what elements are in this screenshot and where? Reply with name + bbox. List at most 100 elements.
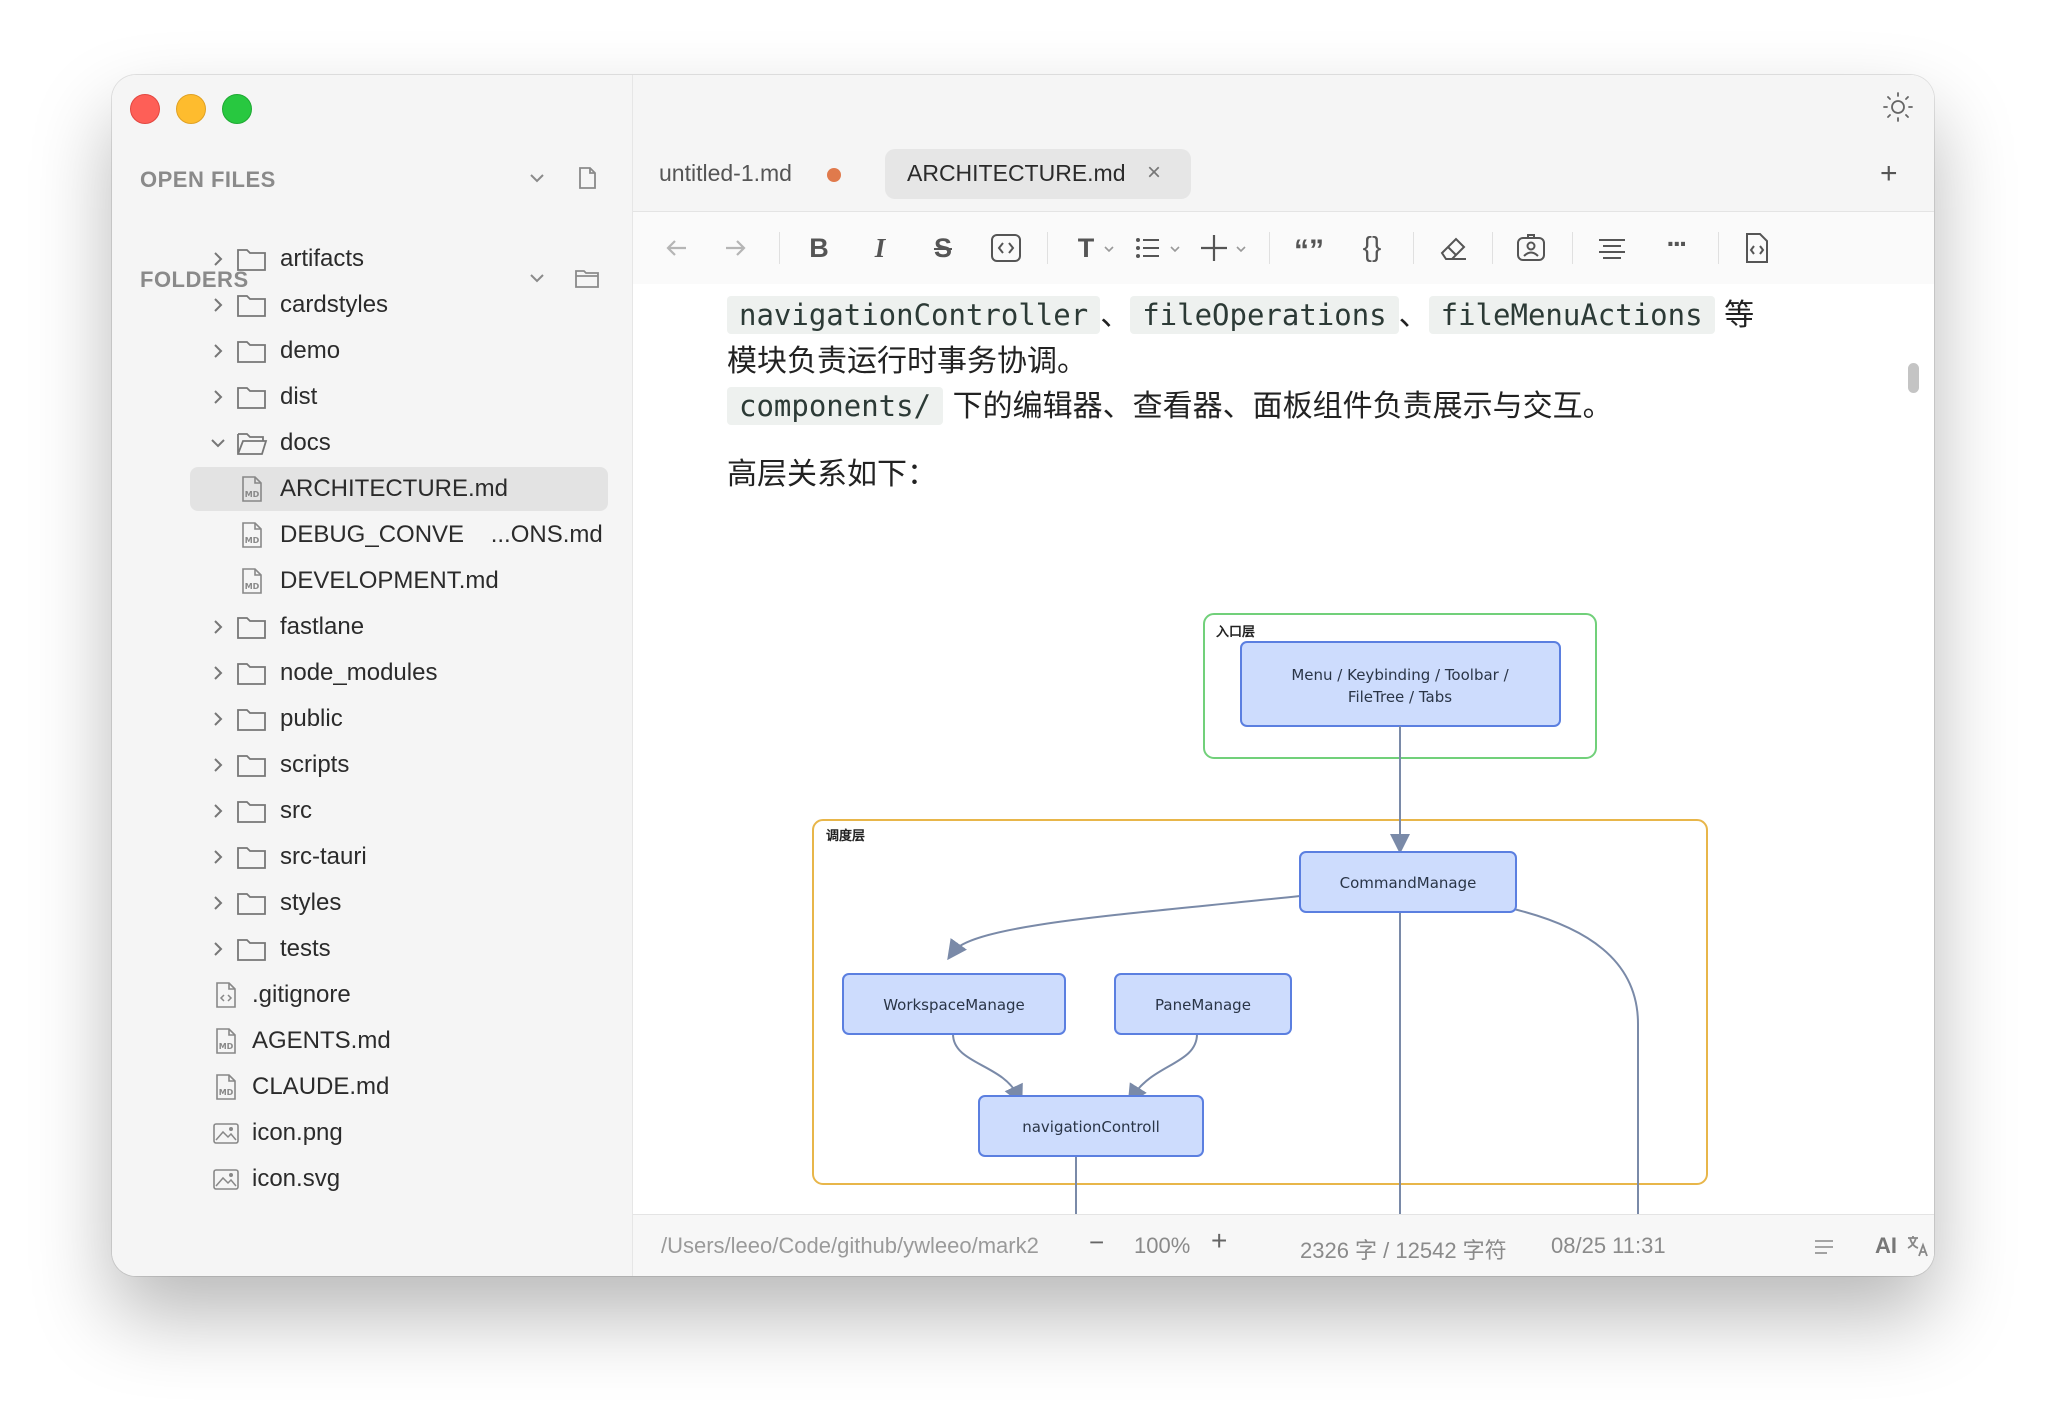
tree-item-label: public [280, 705, 343, 732]
zoom-out-button[interactable]: − [1089, 1227, 1104, 1258]
chevron-down-icon[interactable] [1169, 244, 1181, 254]
outline-icon[interactable] [1813, 1237, 1835, 1257]
edge-workspace-nav [952, 1033, 1023, 1106]
ai-button[interactable]: AI [1875, 1233, 1897, 1259]
tree-item[interactable]: MD CLAUDE.md [190, 1065, 608, 1109]
edge-pane-nav [1127, 1033, 1198, 1105]
tree-item[interactable]: public [190, 697, 608, 741]
modified-dot [827, 168, 841, 182]
chevron-right-icon[interactable] [208, 387, 228, 407]
chevron-right-icon[interactable] [208, 893, 228, 913]
markdown-file-icon: MD [216, 1074, 236, 1100]
entry-node-line1: Menu / Keybinding / Toolbar / [1291, 666, 1509, 684]
theme-toggle-icon[interactable] [1882, 91, 1914, 123]
insert-icon[interactable] [1195, 229, 1233, 267]
close-tab-icon[interactable]: × [1147, 159, 1161, 187]
tree-item[interactable]: icon.svg [190, 1157, 608, 1201]
source-code-icon[interactable] [1737, 229, 1775, 267]
navigation-controller-label: navigationControll [1022, 1118, 1160, 1136]
image-icon[interactable] [1512, 229, 1550, 267]
new-file-icon[interactable] [574, 165, 600, 191]
tab-architecture[interactable]: ARCHITECTURE.md × [885, 149, 1191, 199]
italic-icon[interactable]: I [861, 229, 899, 267]
zoom-in-button[interactable]: + [1211, 1225, 1227, 1257]
code-file-icon [216, 982, 236, 1008]
tree-item-label: DEBUG_CONVE ...ONS.md [280, 521, 603, 548]
tree-item-label: src [280, 797, 312, 824]
entry-node[interactable] [1240, 641, 1561, 727]
workspace-manager-label: WorkspaceManage [883, 996, 1025, 1014]
tree-item[interactable]: styles [190, 881, 608, 925]
tree-item[interactable]: node_modules [190, 651, 608, 695]
image-file-icon [213, 1169, 239, 1190]
more-icon[interactable]: ··· [1657, 229, 1695, 267]
edge-command-workspace [947, 895, 1301, 961]
chevron-down-icon[interactable] [208, 433, 228, 453]
chevron-right-icon[interactable] [208, 249, 228, 269]
tab-untitled[interactable]: untitled-1.md [637, 149, 857, 199]
tree-item[interactable]: scripts [190, 743, 608, 787]
inline-code-icon[interactable] [987, 229, 1025, 267]
quote-icon[interactable]: “” [1290, 229, 1328, 267]
tree-item-label: icon.svg [252, 1165, 341, 1192]
tree-item[interactable]: MD DEVELOPMENT.md [190, 559, 608, 603]
chevron-down-icon[interactable] [1235, 244, 1247, 254]
document-view[interactable]: navigationController、 fileOperations、 file… [633, 284, 1934, 1214]
tree-item[interactable]: MD AGENTS.md [190, 1019, 608, 1063]
list-icon[interactable] [1129, 229, 1167, 267]
pane-manager-label: PaneManage [1155, 996, 1251, 1014]
chevron-right-icon[interactable] [208, 709, 228, 729]
dispatch-layer-label: 调度层 [826, 828, 865, 844]
zoom-window-button[interactable] [222, 94, 252, 124]
entry-node-line2: FileTree / Tabs [1348, 688, 1452, 706]
eraser-icon[interactable] [1434, 229, 1472, 267]
chevron-right-icon[interactable] [208, 801, 228, 821]
markdown-file-icon: MD [242, 568, 262, 594]
svg-text:MD: MD [245, 536, 260, 545]
tree-item[interactable]: tests [190, 927, 608, 971]
new-tab-button[interactable]: + [1880, 157, 1898, 191]
edge-command-right [1490, 903, 1639, 1214]
tree-item[interactable]: .gitignore [190, 973, 608, 1017]
tree-item[interactable]: MD DEBUG_CONVE ...ONS.md [190, 513, 608, 557]
strikethrough-icon[interactable]: S [924, 229, 962, 267]
close-window-button[interactable] [130, 94, 160, 124]
tree-item[interactable]: icon.png [190, 1111, 608, 1155]
chevron-right-icon[interactable] [208, 755, 228, 775]
tree-item[interactable]: src [190, 789, 608, 833]
chevron-right-icon[interactable] [208, 663, 228, 683]
chevron-right-icon[interactable] [208, 617, 228, 637]
chevron-right-icon[interactable] [208, 341, 228, 361]
toolbar-divider [1047, 232, 1048, 264]
folder-icon [237, 939, 266, 961]
tree-item[interactable]: dist [190, 375, 608, 419]
tree-item[interactable]: artifacts [190, 237, 608, 281]
folder-icon [237, 249, 266, 271]
chevron-down-icon[interactable] [1103, 244, 1115, 254]
sidebar: OPEN FILES FOLDERS artifacts cardstyles de… [112, 75, 633, 1276]
tree-item[interactable]: docs [190, 421, 608, 465]
scrollbar-thumb[interactable] [1908, 363, 1919, 393]
heading-icon[interactable]: T [1067, 229, 1105, 267]
chevron-right-icon[interactable] [208, 847, 228, 867]
tree-item-label: icon.png [252, 1119, 343, 1146]
toolbar-divider [779, 232, 780, 264]
minimize-window-button[interactable] [176, 94, 206, 124]
tree-item[interactable]: MD ARCHITECTURE.md [190, 467, 608, 511]
code-block-icon[interactable]: {} [1353, 229, 1391, 267]
back-arrow-icon[interactable] [658, 229, 696, 267]
tree-item[interactable]: demo [190, 329, 608, 373]
translate-icon[interactable] [1905, 1233, 1931, 1259]
tree-item[interactable]: src-tauri [190, 835, 608, 879]
folder-icon [237, 801, 266, 823]
toolbar-divider [1492, 232, 1493, 264]
chevron-right-icon[interactable] [208, 295, 228, 315]
bold-icon[interactable]: B [800, 229, 838, 267]
forward-arrow-icon[interactable] [716, 229, 754, 267]
chevron-right-icon[interactable] [208, 939, 228, 959]
tab-bar: untitled-1.md ARCHITECTURE.md × + [633, 75, 1934, 211]
tree-item[interactable]: fastlane [190, 605, 608, 649]
chevron-down-icon[interactable] [526, 167, 548, 189]
align-icon[interactable] [1593, 229, 1631, 267]
tree-item[interactable]: cardstyles [190, 283, 608, 327]
